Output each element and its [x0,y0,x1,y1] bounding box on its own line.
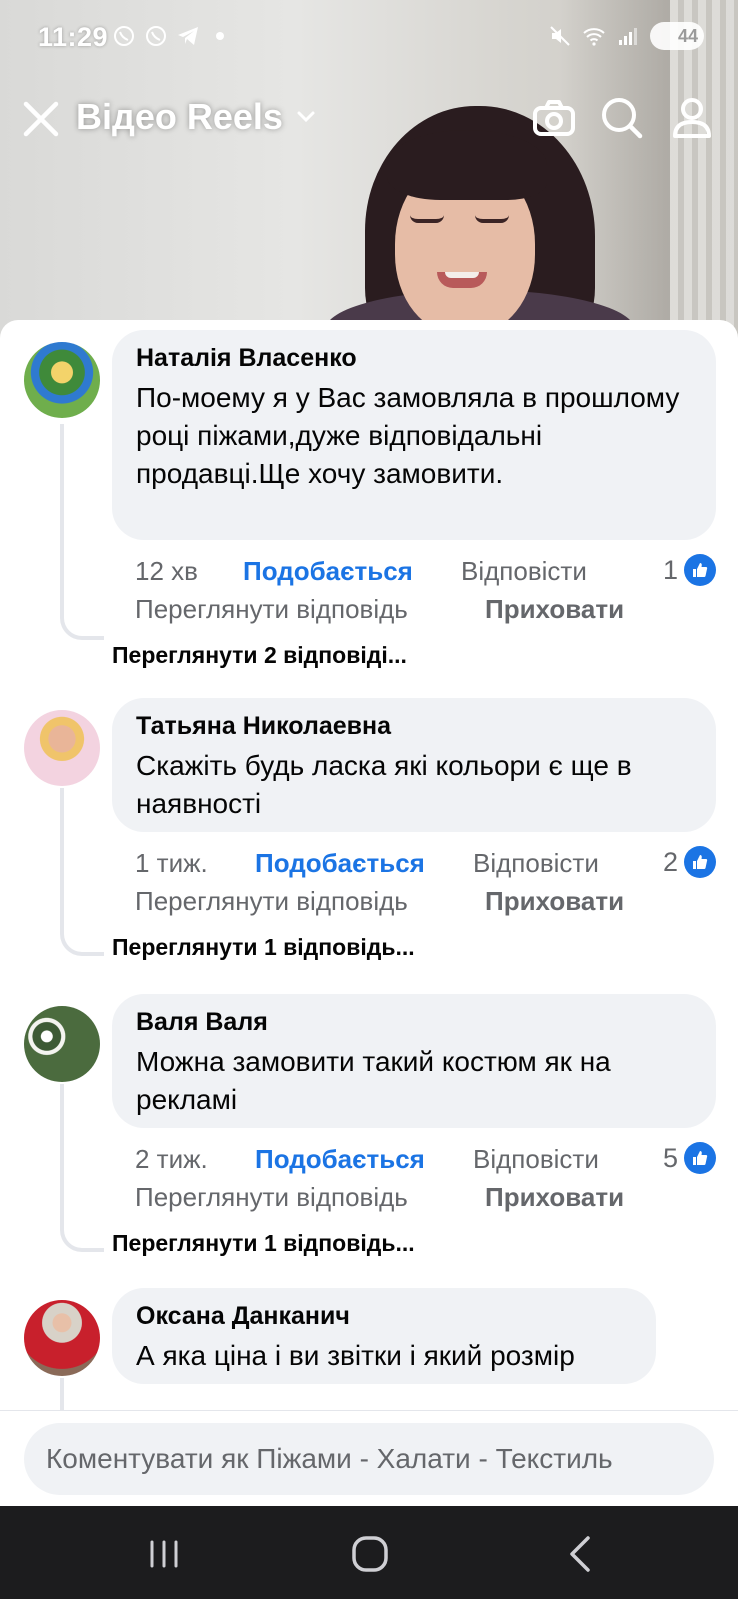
thumbs-up-icon [684,1142,716,1174]
comment-author[interactable]: Татьяна Николаевна [136,712,692,741]
comment-secondary-actions: Переглянути відповідь Приховати [135,886,695,920]
comment-actions: 12 хв Подобається Відповісти [135,556,695,590]
reaction-count: 2 [662,846,678,877]
like-button[interactable]: Подобається [255,848,425,879]
thread-line [60,424,104,640]
signal-icon [619,28,637,45]
camera-icon[interactable] [530,94,578,142]
comment-time: 2 тиж. [135,1144,208,1174]
status-time: 11:29 [38,22,109,52]
view-replies-link[interactable]: Переглянути 2 відповіді... [112,642,407,669]
back-icon[interactable] [558,1530,606,1578]
comment-author[interactable]: Валя Валя [136,1008,692,1037]
reply-button[interactable]: Відповісти [461,556,587,587]
avatar[interactable] [24,342,100,418]
like-button[interactable]: Подобається [255,1144,425,1175]
chevron-down-icon [297,111,315,123]
viber-icon [146,26,166,46]
battery-indicator: 44 [650,22,704,50]
hide-button[interactable]: Приховати [485,1182,624,1213]
comment-time: 12 хв [135,556,198,586]
comment-text: Скажіть будь ласка які кольори є ще в на… [136,750,632,819]
comment-item: Валя Валя Можна замовити такий костюм як… [0,994,738,1274]
reaction-count: 1 [662,554,678,585]
person-eye-left [410,215,444,223]
search-icon[interactable] [598,94,646,142]
profile-icon[interactable] [668,94,716,142]
reels-dropdown[interactable]: Відео Reels [76,96,319,138]
comment-item: Татьяна Николаевна Скажіть будь ласка як… [0,698,738,978]
comment-bubble[interactable]: Татьяна Николаевна Скажіть будь ласка як… [112,698,716,832]
comment-secondary-actions: Переглянути відповідь Приховати [135,1182,695,1216]
view-replies-link[interactable]: Переглянути 1 відповідь... [112,1230,415,1257]
avatar[interactable] [24,1300,100,1376]
comment-bubble[interactable]: Оксана Данканич А яка ціна і ви звітки і… [112,1288,656,1384]
comment-author[interactable]: Оксана Данканич [136,1302,632,1331]
comments-sheet[interactable]: Наталія Власенко По-моему я у Вас замовл… [0,320,738,1506]
mute-icon [550,26,570,46]
comment-input[interactable] [24,1423,714,1495]
hide-button[interactable]: Приховати [485,594,624,625]
viber-icon [114,26,134,46]
dot-icon [216,32,224,40]
video-header: Відео Reels [0,90,738,148]
system-icons: 44 [548,22,704,50]
comment-author[interactable]: Наталія Власенко [136,344,692,373]
notification-icons [112,24,232,48]
status-bar: 11:29 44 [0,0,738,76]
comment-bubble[interactable]: Валя Валя Можна замовити такий костюм як… [112,994,716,1128]
thumbs-up-icon [684,554,716,586]
page-title: Відео Reels [76,96,283,137]
thread-line [60,788,104,956]
reply-button[interactable]: Відповісти [473,848,599,879]
view-reply-link[interactable]: Переглянути відповідь [135,886,408,917]
close-icon[interactable] [18,96,64,142]
avatar[interactable] [24,1006,100,1082]
comment-text: По-моему я у Вас замовляла в прошлому ро… [136,382,680,489]
wifi-icon [583,28,605,46]
avatar[interactable] [24,710,100,786]
comment-actions: 2 тиж. Подобається Відповісти [135,1144,695,1178]
system-nav-bar [0,1506,738,1599]
comment-actions: 1 тиж. Подобається Відповісти [135,848,695,882]
hide-button[interactable]: Приховати [485,886,624,917]
comment-bubble[interactable]: Наталія Власенко По-моему я у Вас замовл… [112,330,716,540]
comment-text: Можна замовити такий костюм як на реклам… [136,1046,611,1115]
person-eye-right [475,215,509,223]
comment-composer [0,1410,738,1506]
comment-time: 1 тиж. [135,848,208,878]
reply-button[interactable]: Відповісти [473,1144,599,1175]
thread-line [60,1084,104,1252]
view-replies-link[interactable]: Переглянути 1 відповідь... [112,934,415,961]
view-reply-link[interactable]: Переглянути відповідь [135,1182,408,1213]
telegram-icon [178,27,198,45]
reaction-summary[interactable]: 1 [663,554,716,586]
reaction-summary[interactable]: 5 [663,1142,716,1174]
comment-item: Наталія Власенко По-моему я у Вас замовл… [0,330,738,668]
like-button[interactable]: Подобається [243,556,413,587]
reaction-count: 5 [662,1142,678,1173]
reaction-summary[interactable]: 2 [663,846,716,878]
comment-secondary-actions: Переглянути відповідь Приховати [135,594,695,628]
home-icon[interactable] [346,1530,394,1578]
recents-icon[interactable] [140,1530,188,1578]
view-reply-link[interactable]: Переглянути відповідь [135,594,408,625]
comment-text: А яка ціна і ви звітки і який розмір [136,1340,575,1371]
thumbs-up-icon [684,846,716,878]
